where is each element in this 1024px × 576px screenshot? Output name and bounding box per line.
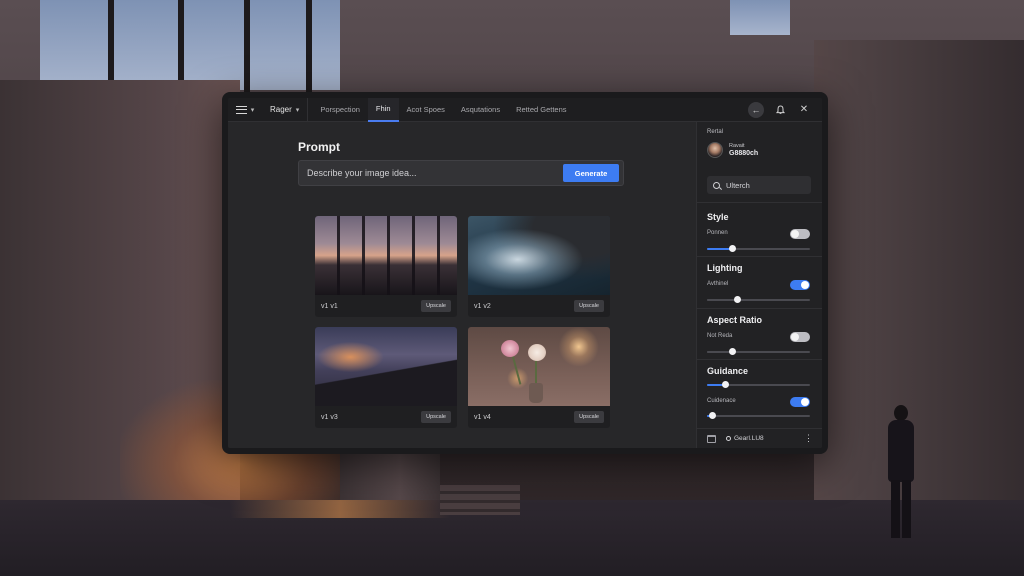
- stairs: [440, 485, 520, 515]
- app-window: ▾ Rager ▾ Porspection Fhin Acot Spoes As…: [222, 92, 828, 454]
- slider-thumb[interactable]: [729, 348, 737, 355]
- option-label: Ponnen: [707, 230, 728, 236]
- variation-label: v1 v1: [321, 302, 338, 310]
- window-mullion: [306, 0, 312, 95]
- slider-thumb[interactable]: [708, 412, 716, 419]
- style-toggle[interactable]: [790, 229, 810, 239]
- standing-person: [884, 405, 918, 540]
- divider: [697, 256, 822, 257]
- upscale-button[interactable]: Upscale: [574, 300, 604, 312]
- concrete-wall-right: [814, 40, 1024, 520]
- tab-strip: Porspection Fhin Acot Spoes Asqutations …: [308, 98, 574, 122]
- image-card[interactable]: v1 v1 Upscale: [315, 216, 457, 317]
- image-card[interactable]: v1 v3 Upscale: [315, 327, 457, 428]
- section-title-aspect-ratio: Aspect Ratio: [707, 315, 763, 325]
- variation-label: v1 v3: [321, 413, 338, 421]
- option-label: Avthinel: [707, 281, 729, 287]
- sidebar-header: Rertal: [707, 129, 724, 135]
- upscale-button[interactable]: Upscale: [421, 300, 451, 312]
- tab-retted-gettens[interactable]: Retted Gettens: [508, 98, 574, 122]
- generate-button[interactable]: Generate: [563, 164, 619, 182]
- image-thumbnail[interactable]: [468, 216, 610, 295]
- aspect-ratio-toggle[interactable]: [790, 332, 810, 342]
- sidebar-footer: Gearl.LU8 ⋮: [697, 428, 822, 448]
- slider-thumb[interactable]: [734, 296, 742, 303]
- image-card[interactable]: v1 v4 Upscale: [468, 327, 610, 428]
- slider-thumb[interactable]: [722, 381, 730, 388]
- settings-sidebar: Rertal Ravait G8880ch Ulterch Style Ponn…: [696, 122, 822, 448]
- image-card[interactable]: v1 v2 Upscale: [468, 216, 610, 317]
- window-controls: ← ✕: [748, 101, 822, 118]
- bell-icon[interactable]: [772, 102, 788, 118]
- sidebar-search-text: Ulterch: [726, 180, 750, 190]
- search-icon: [713, 181, 720, 189]
- prompt-title: Prompt: [298, 140, 340, 154]
- guidance-toggle[interactable]: [790, 397, 810, 407]
- card-meta: v1 v1 Upscale: [315, 295, 457, 317]
- prompt-input[interactable]: [299, 168, 563, 178]
- slider-fill: [707, 299, 738, 301]
- option-label: Not Reda: [707, 333, 733, 339]
- footer-status: Gearl.LU8: [726, 435, 764, 442]
- card-meta: v1 v4 Upscale: [468, 406, 610, 428]
- section-title-style: Style: [707, 212, 729, 222]
- upscale-button[interactable]: Upscale: [574, 411, 604, 423]
- guidance-secondary-slider[interactable]: [707, 412, 810, 419]
- aspect-ratio-slider[interactable]: [707, 348, 810, 355]
- variation-label: v1 v4: [474, 413, 491, 421]
- chevron-down-icon: ▾: [250, 106, 255, 114]
- back-arrow-icon[interactable]: ←: [748, 101, 764, 118]
- divider: [697, 308, 822, 309]
- floor-light: [230, 500, 450, 518]
- menu-button[interactable]: ▾: [228, 98, 262, 122]
- user-profile[interactable]: Ravait G8880ch: [707, 142, 758, 158]
- section-title-guidance: Guidance: [707, 366, 749, 376]
- more-options-icon[interactable]: ⋮: [804, 434, 813, 443]
- section-title-lighting: Lighting: [707, 263, 743, 273]
- divider: [697, 359, 822, 360]
- status-dot-icon: [726, 436, 731, 441]
- image-thumbnail[interactable]: [315, 327, 457, 406]
- window-sky-right: [730, 0, 790, 35]
- card-meta: v1 v3 Upscale: [315, 406, 457, 428]
- sidebar-search[interactable]: Ulterch: [707, 176, 811, 194]
- variation-label: v1 v2: [474, 302, 491, 310]
- avatar: [707, 142, 723, 158]
- guidance-slider[interactable]: [707, 381, 810, 388]
- tab-porspection[interactable]: Porspection: [312, 98, 368, 122]
- tab-acot-spoes[interactable]: Acot Spoes: [399, 98, 453, 122]
- tab-asqutations[interactable]: Asqutations: [453, 98, 508, 122]
- vase: [529, 383, 543, 403]
- image-thumbnail[interactable]: [468, 327, 610, 406]
- chevron-down-icon: ▾: [295, 106, 300, 114]
- footer-text: Gearl.LU8: [734, 435, 764, 442]
- image-thumbnail[interactable]: [315, 216, 457, 295]
- upscale-button[interactable]: Upscale: [421, 411, 451, 423]
- divider: [697, 202, 822, 203]
- white-flower: [528, 344, 546, 361]
- lighting-toggle[interactable]: [790, 280, 810, 290]
- style-slider[interactable]: [707, 245, 810, 252]
- lighting-slider[interactable]: [707, 296, 810, 303]
- close-icon[interactable]: ✕: [796, 102, 812, 118]
- slider-thumb[interactable]: [729, 245, 737, 252]
- hamburger-icon: [235, 105, 247, 114]
- main-panel: Prompt Generate v1 v1 Upscale v1 v2 Upsc…: [228, 122, 696, 448]
- top-bar: ▾ Rager ▾ Porspection Fhin Acot Spoes As…: [228, 98, 822, 122]
- calendar-icon[interactable]: [707, 434, 716, 443]
- window-mullion: [244, 0, 250, 95]
- user-line-1: Ravait: [729, 143, 745, 149]
- user-line-2: G8880ch: [729, 150, 759, 157]
- option-label: Cuidenace: [707, 398, 736, 404]
- window-sky: [40, 0, 340, 90]
- pink-flower: [501, 340, 519, 357]
- prompt-bar: Generate: [298, 160, 624, 186]
- tab-fhin[interactable]: Fhin: [367, 98, 399, 122]
- brand-label: Rager: [270, 105, 292, 114]
- card-meta: v1 v2 Upscale: [468, 295, 610, 317]
- brand-dropdown[interactable]: Rager ▾: [262, 98, 309, 122]
